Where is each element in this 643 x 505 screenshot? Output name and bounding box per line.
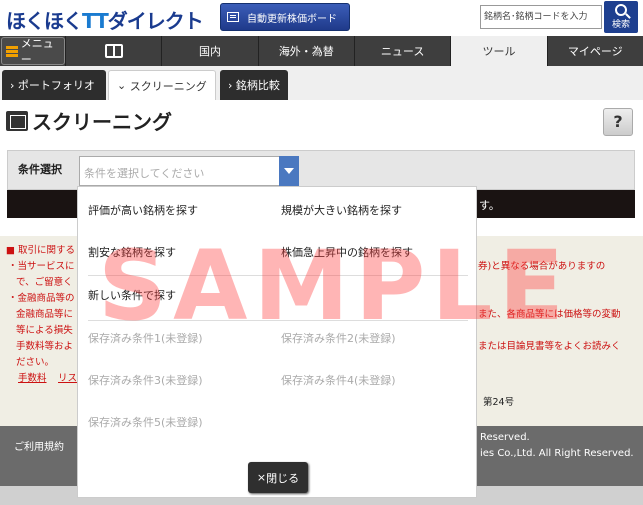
page-title: スクリーニング xyxy=(6,106,172,135)
logo-text-1: ほくほく xyxy=(6,9,83,33)
info-bar-text: す。 xyxy=(479,199,500,212)
logo-text-2: TT xyxy=(82,9,109,33)
menu-button[interactable]: メニュー xyxy=(1,37,65,66)
logo-text-3: ダイレクト xyxy=(107,9,204,33)
notice-line: ・金融商品等の xyxy=(8,293,75,304)
dropdown-arrow-icon[interactable] xyxy=(279,156,299,186)
subtab-portfolio-label: ポートフォリオ xyxy=(17,79,95,92)
menu-label: メニュー xyxy=(20,37,54,66)
book-icon xyxy=(6,110,28,131)
notice-line: ださい。 xyxy=(16,357,55,368)
notice-line: 等による損失 xyxy=(16,325,73,336)
condition-label: 条件選択 xyxy=(18,163,62,176)
option-high-rated[interactable]: 評価が高い銘柄を探す xyxy=(88,202,198,218)
copyright-text: Reserved. xyxy=(480,432,530,443)
chevron-right-icon: › xyxy=(10,78,18,92)
tab-news[interactable]: ニュース xyxy=(353,36,450,66)
subtab-screening[interactable]: ⌄ スクリーニング xyxy=(108,70,216,100)
subtab-compare-label: 銘柄比較 xyxy=(235,79,280,92)
tab-overseas-fx[interactable]: 海外・為替 xyxy=(257,36,354,66)
saved-condition-1[interactable]: 保存済み条件1(未登録) xyxy=(88,330,203,346)
tab-mypage[interactable]: マイページ xyxy=(546,36,643,66)
close-icon: × xyxy=(256,471,267,484)
condition-bar: 条件選択 条件を選択してください xyxy=(7,150,635,190)
condition-dropdown: 評価が高い銘柄を探す 規模が大きい銘柄を探す 割安な銘柄を探す 株価急上昇中の銘… xyxy=(77,186,477,498)
notice-line: ・当サービスに xyxy=(8,261,75,272)
notice-line: 券)と異なる場合がありますの xyxy=(478,261,606,272)
notice-line: ■ 取引に関する xyxy=(6,245,75,256)
notice-line: で、ご留意く xyxy=(16,277,73,288)
chevron-right-icon: › xyxy=(228,78,236,92)
notice-line: 金融商品等に xyxy=(16,309,74,320)
chevron-down-icon: ⌄ xyxy=(117,79,130,92)
option-new-condition[interactable]: 新しい条件で探す xyxy=(88,287,176,303)
subtab-compare[interactable]: › 銘柄比較 xyxy=(220,70,288,100)
condition-placeholder: 条件を選択してください xyxy=(84,167,205,180)
notice-line: 手数料等およ xyxy=(16,341,74,352)
board-icon xyxy=(227,12,239,22)
notice-line: また、各商品等には価格等の変動 xyxy=(478,309,621,320)
saved-condition-4[interactable]: 保存済み条件4(未登録) xyxy=(281,372,396,388)
fees-link[interactable]: 手数料 xyxy=(18,370,47,384)
hamburger-icon xyxy=(6,45,18,57)
saved-condition-2[interactable]: 保存済み条件2(未登録) xyxy=(281,330,396,346)
close-label: 閉じる xyxy=(266,471,300,485)
search-button-label: 検索 xyxy=(611,20,630,30)
subtab-portfolio[interactable]: › ポートフォリオ xyxy=(2,70,106,100)
page-title-text: スクリーニング xyxy=(32,110,172,134)
divider xyxy=(88,275,468,276)
book-icon xyxy=(104,44,123,58)
search-icon xyxy=(615,4,627,16)
close-button[interactable]: × 閉じる xyxy=(248,462,308,493)
tab-domestic[interactable]: 国内 xyxy=(161,36,257,66)
main-nav: メニュー 国内 海外・為替 ニュース ツール マイページ xyxy=(0,36,643,66)
sub-nav: › ポートフォリオ ⌄ スクリーニング › 銘柄比較 xyxy=(0,66,643,100)
stock-search-input[interactable] xyxy=(480,5,602,29)
auto-update-label: 自動更新株価ボード xyxy=(247,13,337,25)
terms-link[interactable]: ご利用規約 xyxy=(14,438,64,453)
copyright-text: ies Co.,Ltd. All Right Reserved. xyxy=(480,448,634,459)
option-large-cap[interactable]: 規模が大きい銘柄を探す xyxy=(281,202,402,218)
subtab-screening-label: スクリーニング xyxy=(129,79,207,93)
risk-link[interactable]: リス xyxy=(58,370,77,384)
option-price-surging[interactable]: 株価急上昇中の銘柄を探す xyxy=(281,244,413,260)
saved-condition-5[interactable]: 保存済み条件5(未登録) xyxy=(88,414,203,430)
notice-line: または目論見書等をよくお読みく xyxy=(478,341,621,352)
auto-update-stock-board-button[interactable]: 自動更新株価ボード xyxy=(220,3,350,31)
help-button[interactable]: ? xyxy=(603,108,633,136)
search-button[interactable]: 検索 xyxy=(604,1,638,33)
divider xyxy=(88,320,468,321)
registration-number: 第24号 xyxy=(483,397,515,408)
option-undervalued[interactable]: 割安な銘柄を探す xyxy=(88,244,176,260)
logo[interactable]: ほくほくTTダイレクト xyxy=(6,5,204,34)
header: ほくほくTTダイレクト 自動更新株価ボード 検索 xyxy=(0,0,643,36)
saved-condition-3[interactable]: 保存済み条件3(未登録) xyxy=(88,372,203,388)
condition-select[interactable]: 条件を選択してください xyxy=(79,156,299,186)
tab-bookmark[interactable] xyxy=(65,36,161,66)
tab-tools[interactable]: ツール xyxy=(450,36,547,66)
